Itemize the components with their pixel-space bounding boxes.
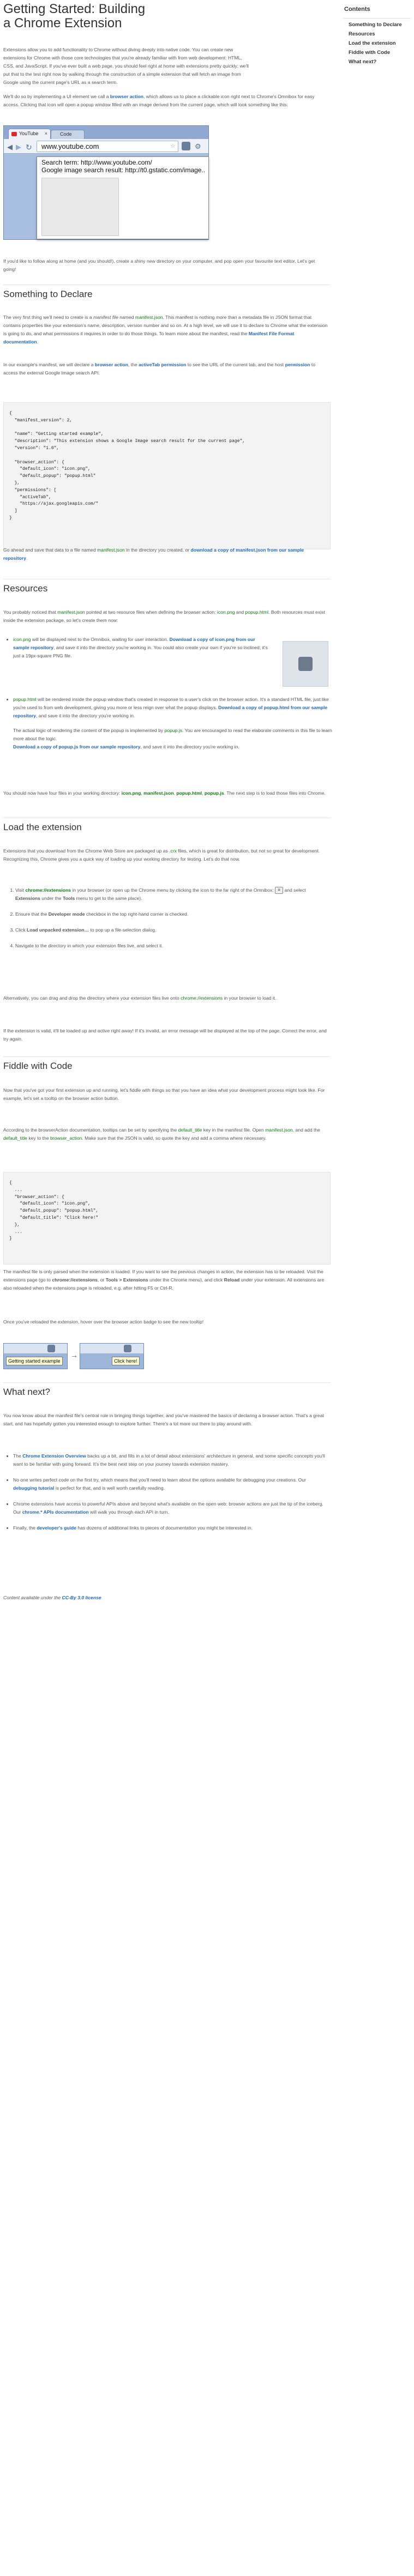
popup-result-image: [41, 178, 119, 236]
chrome-menu-icon: ≡: [275, 887, 284, 894]
browser-toolbar: ◀ ▶ ↻ www.youtube.com ☆ ⚙: [4, 139, 208, 154]
declare-paragraph-1: The very first thing we'll need to creat…: [3, 315, 328, 345]
extension-icon[interactable]: [124, 1345, 131, 1352]
main-content: Getting Started: Building a Chrome Exten…: [3, 0, 332, 1600]
activetab-permission-link[interactable]: activeTab permission: [139, 362, 186, 367]
permission-link[interactable]: permission: [285, 362, 310, 367]
fiddle-paragraph-1: Now that you've got your first extension…: [3, 1087, 325, 1102]
load-step-3: Click Load unpacked extension… to pop up…: [15, 926, 326, 934]
declare-paragraph-2: In our example's manifest, we will decla…: [3, 362, 315, 376]
section-heading-resources: Resources: [3, 583, 48, 594]
popup-search-result: Google image search result: http://t0.gs…: [41, 166, 205, 174]
section-divider: [3, 1056, 331, 1057]
wrench-menu-icon[interactable]: ⚙: [195, 141, 201, 153]
debugging-link[interactable]: debugging tutorial: [13, 1485, 54, 1491]
popup-search-term: Search term: http://www.youtube.com/: [41, 159, 152, 166]
popup-window: Search term: http://www.youtube.com/ Goo…: [37, 156, 209, 239]
intro-paragraph-2: We'll do so by implementing a UI element…: [3, 94, 315, 108]
overview-link[interactable]: Chrome Extension Overview: [22, 1453, 86, 1459]
youtube-favicon-icon: [11, 132, 17, 136]
load-steps: Visit chrome://extensions in your browse…: [3, 886, 326, 958]
resources-list-2: popup.html will be rendered inside the p…: [3, 696, 338, 759]
next-item-overview: The Chrome Extension Overview backs up a…: [13, 1452, 329, 1468]
load-paragraph-2: Alternatively, you can drag and drop the…: [3, 995, 277, 1001]
next-paragraph-1: You now know about the manifest file's c…: [3, 1413, 324, 1427]
load-paragraph-1: Extensions that you download from the Ch…: [3, 848, 320, 862]
intro-paragraph-1: Extensions allow you to add functionalit…: [3, 47, 249, 86]
tooltip-before: Getting started example: [6, 1357, 63, 1365]
manifest-code-block: { "manifest_version": 2, "name": "Gettin…: [3, 402, 331, 549]
section-heading-next: What next?: [3, 1387, 50, 1397]
icon-preview: [283, 641, 328, 687]
toolbar-strip: [80, 1344, 143, 1353]
toolbar-strip: [4, 1344, 67, 1353]
section-heading-fiddle: Fiddle with Code: [3, 1061, 73, 1071]
section-heading-load: Load the extension: [3, 822, 82, 832]
browser-action-link[interactable]: browser action: [110, 94, 143, 99]
section-divider: [3, 1382, 331, 1383]
resources-paragraph-1: You probably noticed that manifest.json …: [3, 609, 325, 624]
resource-item-popup: popup.html will be rendered inside the p…: [13, 696, 338, 751]
footer-license: Content available under the CC-By 3.0 li…: [3, 1595, 101, 1600]
toc-title: Contents: [343, 3, 411, 19]
arrow-icon: →: [70, 1351, 78, 1359]
resource-item-icon: icon.png will be displayed next to the O…: [13, 636, 269, 674]
load-step-2: Ensure that the Developer mode checkbox …: [15, 910, 326, 918]
browser-tab-code[interactable]: Code: [51, 130, 85, 140]
reload-icon[interactable]: ↻: [26, 141, 32, 154]
apis-link[interactable]: chrome.* APIs documentation: [22, 1509, 89, 1515]
extension-icon[interactable]: [47, 1345, 55, 1352]
toc-list: Something to Declare Resources Load the …: [343, 21, 411, 67]
resources-paragraph-2: You should now have four files in your w…: [3, 790, 326, 796]
fiddle-paragraph-2: According to the browserAction documenta…: [3, 1127, 320, 1141]
page-title: Getting Started: Building a Chrome Exten…: [3, 2, 146, 31]
forward-icon[interactable]: ▶: [16, 141, 21, 154]
license-link[interactable]: CC-By 3.0 license: [62, 1595, 101, 1600]
load-step-1: Visit chrome://extensions in your browse…: [15, 886, 326, 903]
next-item-debugging: No one writes perfect code on the first …: [13, 1476, 329, 1492]
table-of-contents: Contents Something to Declare Resources …: [343, 3, 411, 67]
fiddle-paragraph-3: The manifest file is only parsed when th…: [3, 1269, 325, 1291]
section-heading-declare: Something to Declare: [3, 289, 93, 299]
next-list: The Chrome Extension Overview backs up a…: [3, 1452, 329, 1540]
puzzle-icon: [298, 657, 313, 671]
load-step-4: Navigate to the directory in which your …: [15, 942, 326, 950]
extension-icon[interactable]: [182, 142, 190, 150]
toc-item-resources[interactable]: Resources: [343, 30, 411, 39]
browser-action-link-2[interactable]: browser action: [95, 362, 128, 367]
download-popupjs-link[interactable]: Download a copy of popup.js from our sam…: [13, 744, 141, 749]
fiddle-code-block: { ... "browser_action": { "default_icon"…: [3, 1172, 331, 1265]
tooltip-after-shot: Click here!: [80, 1343, 144, 1369]
toc-item-fiddle[interactable]: Fiddle with Code: [343, 49, 411, 58]
tooltip-after: Click here!: [112, 1357, 140, 1365]
omnibox[interactable]: www.youtube.com ☆: [37, 141, 178, 152]
load-paragraph-3: If the extension is valid, it'll be load…: [3, 1028, 327, 1042]
next-item-apis: Chrome extensions have access to powerfu…: [13, 1500, 329, 1516]
page: Contents Something to Declare Resources …: [0, 0, 414, 2576]
tab-close-icon[interactable]: ×: [45, 130, 47, 138]
star-icon[interactable]: ☆: [170, 141, 176, 152]
toc-item-load[interactable]: Load the extension: [343, 39, 411, 49]
next-item-devguide: Finally, the developer's guide has dozen…: [13, 1524, 329, 1532]
tooltip-before-shot: Getting started example: [3, 1343, 68, 1369]
popup-js-paragraph: The actual logic of rendering the conten…: [13, 728, 332, 750]
toc-item-declare[interactable]: Something to Declare: [343, 21, 411, 30]
back-icon[interactable]: ◀: [7, 141, 13, 154]
browser-tab-youtube[interactable]: YouTube ×: [8, 129, 51, 140]
fiddle-paragraph-4: Once you've reloaded the extension, hove…: [3, 1319, 204, 1325]
devguide-link[interactable]: developer's guide: [37, 1525, 76, 1531]
intro-paragraph-3: If you'd like to follow along at home (a…: [3, 258, 315, 273]
browser-tabstrip: YouTube × Code: [4, 126, 208, 140]
toc-item-next[interactable]: What next?: [343, 58, 411, 67]
declare-paragraph-3: Go ahead and save that data to a file na…: [3, 547, 304, 561]
browser-screenshot: YouTube × Code ◀ ▶ ↻ www.youtube.com ☆ ⚙: [3, 125, 209, 240]
